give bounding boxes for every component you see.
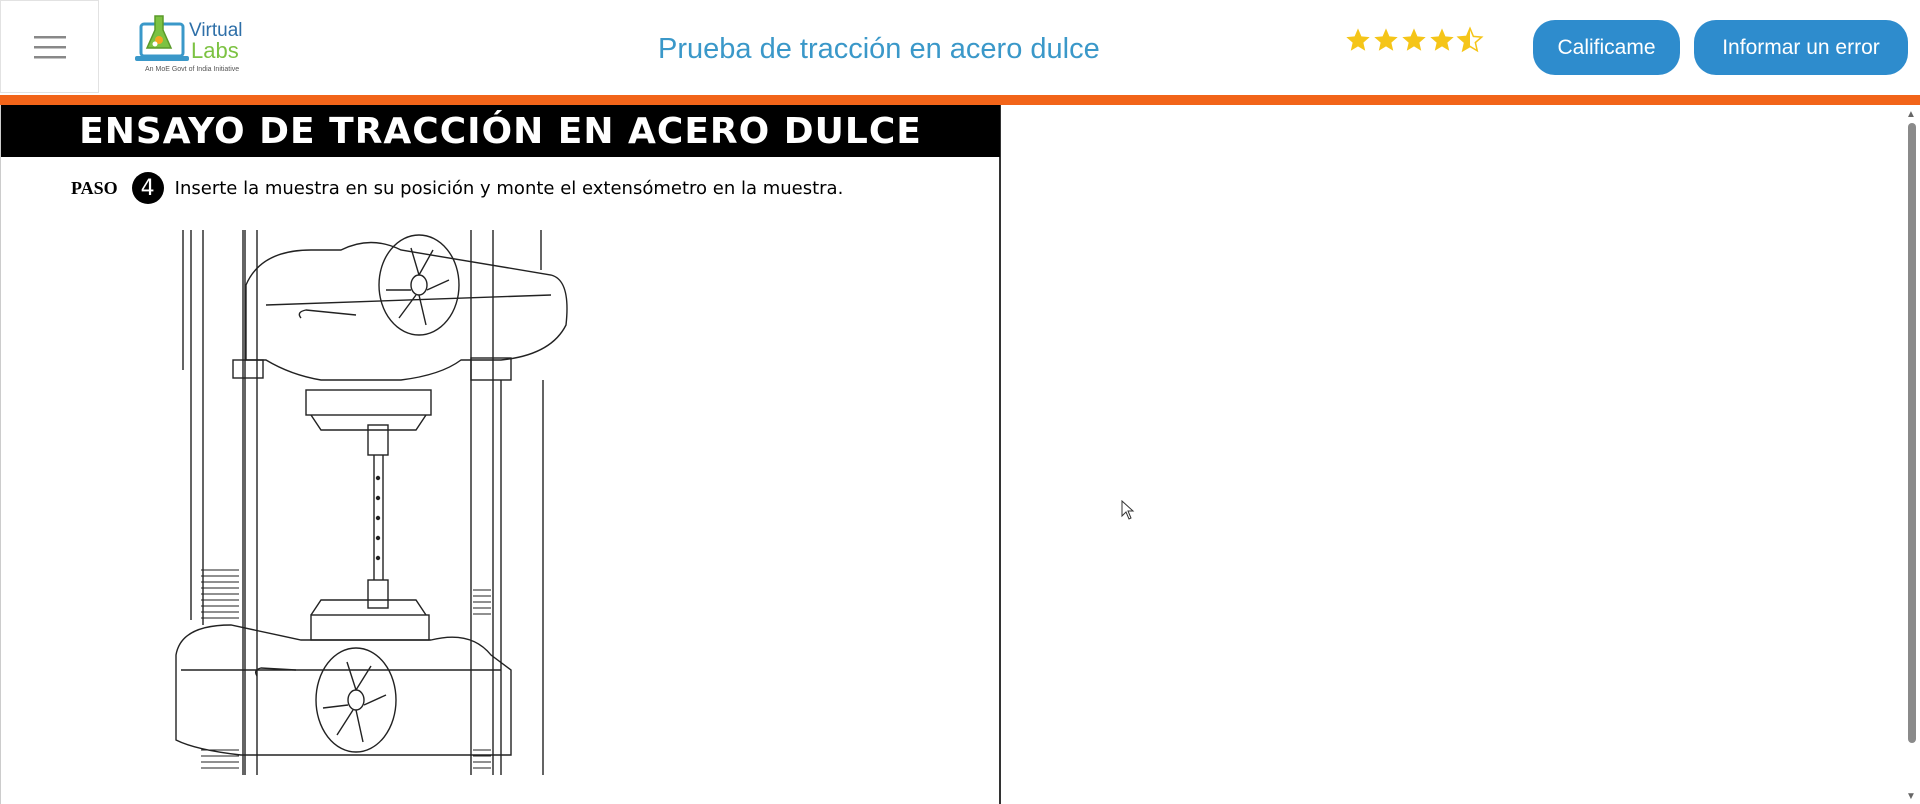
report-error-button[interactable]: Informar un error [1694, 20, 1908, 75]
simulation-panel: ENSAYO DE TRACCIÓN EN ACERO DULCE PASO 4… [0, 105, 1001, 804]
star-icon [1402, 28, 1426, 51]
step-text: Inserte la muestra en su posición y mont… [174, 177, 844, 199]
logo-text-labs: Labs [191, 38, 239, 63]
rate-button[interactable]: Calificame [1533, 20, 1680, 75]
step-number-badge: 4 [131, 172, 164, 204]
star-icon [1430, 28, 1454, 51]
half-star-icon [1456, 26, 1484, 53]
virtual-labs-logo[interactable]: Virtual Labs An MoE Govt of India Initia… [135, 14, 255, 78]
header-accent-bar [0, 95, 1920, 105]
vertical-scrollbar[interactable]: ▲ ▼ [1903, 105, 1920, 804]
logo-tagline: An MoE Govt of India Initiative [145, 66, 240, 73]
scroll-up-arrow-icon[interactable]: ▲ [1906, 109, 1916, 120]
rating-stars[interactable] [1344, 26, 1484, 60]
hamburger-icon [33, 35, 66, 58]
star-icon [1346, 28, 1370, 51]
output-area [1001, 105, 1903, 804]
mouse-cursor-icon [1121, 500, 1135, 520]
utm-machine-illustration[interactable] [171, 230, 581, 775]
page-title: Prueba de tracción en acero dulce [658, 33, 1100, 65]
top-navbar: Virtual Labs An MoE Govt of India Initia… [0, 0, 1920, 95]
simulation-heading: ENSAYO DE TRACCIÓN EN ACERO DULCE [1, 105, 1000, 157]
step-instruction: PASO 4 Inserte la muestra en su posición… [71, 169, 843, 207]
step-label: PASO [71, 177, 118, 198]
scroll-down-arrow-icon[interactable]: ▼ [1906, 791, 1916, 802]
star-icon [1374, 28, 1398, 51]
hamburger-menu-button[interactable] [0, 0, 99, 93]
scrollbar-thumb[interactable] [1908, 123, 1916, 743]
